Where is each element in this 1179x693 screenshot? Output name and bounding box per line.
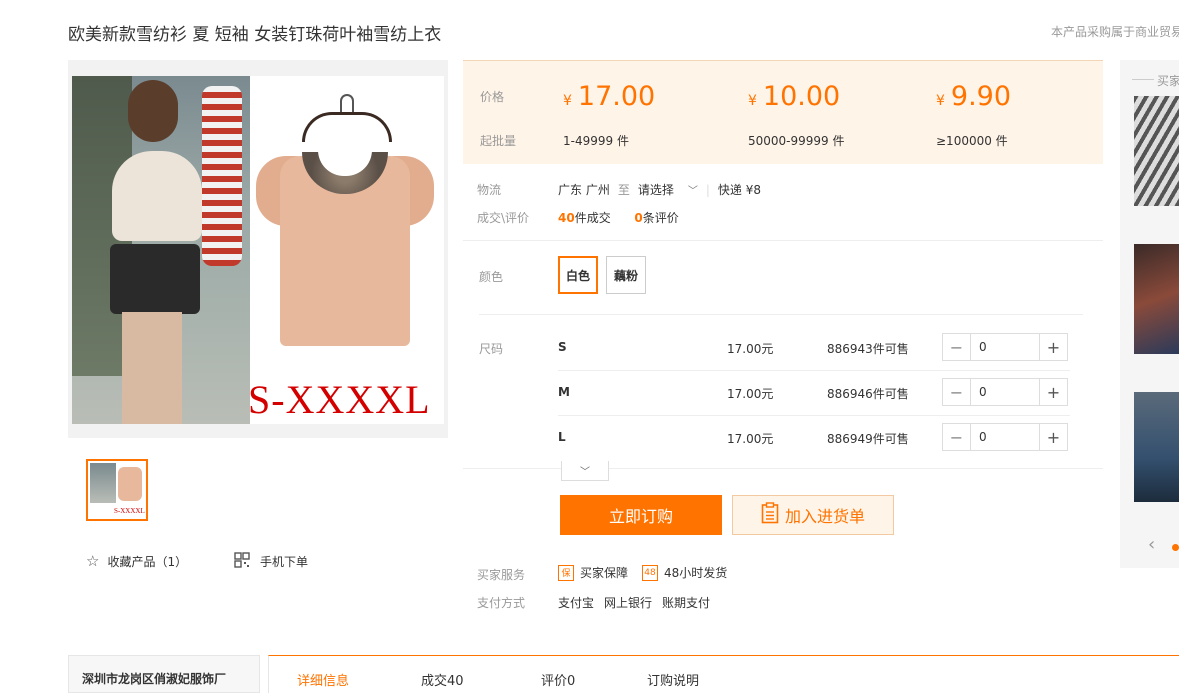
service-guarantee[interactable]: 保 买家保障 [558, 564, 628, 581]
size-m-price: 17.00元 [727, 387, 774, 401]
related-product-image[interactable] [1134, 96, 1179, 206]
qr-code-icon [234, 552, 250, 571]
plus-icon[interactable]: + [1039, 334, 1067, 360]
product-title: 欧美新款雪纺衫 夏 短袖 女装钉珠荷叶袖雪纺上衣 [68, 25, 442, 45]
buyers-also-viewed: 买家 ‹ [1120, 60, 1179, 568]
deals-label: 成交\评价 [477, 211, 530, 225]
moq-label: 起批量 [480, 134, 517, 148]
add-to-cart-button[interactable]: 加入进货单 [732, 495, 894, 535]
color-option-pink[interactable]: 藕粉 [606, 256, 646, 294]
shield-guarantee-icon: 保 [558, 564, 574, 581]
moq-tier-3: ≥100000 件 [936, 134, 1008, 148]
expand-sizes-button[interactable]: ﹀ [561, 461, 609, 481]
plus-icon[interactable]: + [1039, 379, 1067, 405]
related-product-image[interactable] [1134, 244, 1179, 354]
size-s-stock: 886943件可售 [827, 342, 909, 356]
mobile-order-button[interactable]: 手机下单 [234, 552, 308, 571]
star-icon: ☆ [86, 552, 100, 570]
size-l-stock: 886949件可售 [827, 432, 909, 446]
price-label: 价格 [480, 90, 505, 104]
clipboard-icon [761, 502, 779, 528]
deals-info: 40件成交 0条评价 [558, 211, 679, 225]
size-l-price: 17.00元 [727, 432, 774, 446]
related-product-image[interactable] [1134, 392, 1179, 502]
thumbnail-image[interactable]: S-XXXXL [86, 459, 148, 521]
minus-icon[interactable]: − [943, 379, 971, 405]
color-option-white[interactable]: 白色 [558, 256, 598, 294]
size-s-quantity-stepper: − 0 + [942, 333, 1068, 361]
size-m-stock: 886946件可售 [827, 387, 909, 401]
price-tier-2: ¥10.00 [748, 81, 841, 112]
logistics-label: 物流 [477, 183, 502, 197]
blouse-photo [256, 126, 434, 346]
price-tier-1: ¥17.00 [563, 81, 656, 112]
payment-credit: 账期支付 [662, 596, 711, 610]
color-label: 颜色 [479, 270, 504, 284]
main-product-image[interactable]: S-XXXXL [68, 60, 448, 438]
48-hour-icon: 48 [642, 564, 658, 581]
sidebar-title: 买家 [1157, 74, 1179, 88]
services-label: 买家服务 [477, 568, 526, 582]
size-m: M [558, 385, 570, 399]
service-48h[interactable]: 48 48小时发货 [642, 564, 727, 581]
ship-from: 广东 广州 [558, 183, 610, 197]
size-l: L [558, 430, 566, 444]
shop-name[interactable]: 深圳市龙岗区俏淑妃服饰厂 [68, 655, 260, 693]
payment-label: 支付方式 [477, 596, 526, 610]
minus-icon[interactable]: − [943, 424, 971, 450]
chevron-down-icon: ﹀ [687, 186, 698, 197]
size-l-quantity-stepper: − 0 + [942, 423, 1068, 451]
tab-details[interactable]: 详细信息 [297, 670, 349, 689]
add-to-cart-label: 加入进货单 [784, 507, 865, 526]
moq-tier-1: 1-49999 件 [563, 134, 629, 148]
size-l-qty-input[interactable]: 0 [971, 424, 1039, 450]
favorite-button[interactable]: ☆ 收藏产品（1） [86, 552, 187, 570]
size-range-text: S-XXXXL [248, 377, 431, 422]
price-panel: 价格 起批量 ¥17.00 1-49999 件 ¥10.00 50000-999… [463, 60, 1103, 164]
size-s-price: 17.00元 [727, 342, 774, 356]
tab-order-notes[interactable]: 订购说明 [647, 670, 699, 689]
chevron-down-icon: ﹀ [580, 467, 590, 478]
buy-now-button[interactable]: 立即订购 [560, 495, 722, 535]
logistics-info: 广东 广州 至 请选择 ﹀ | 快递 ¥8 [558, 181, 761, 198]
size-m-qty-input[interactable]: 0 [971, 379, 1039, 405]
tab-reviews[interactable]: 评价0 [541, 670, 575, 689]
size-m-quantity-stepper: − 0 + [942, 378, 1068, 406]
payment-alipay: 支付宝 [558, 596, 595, 610]
payment-online-bank: 网上银行 [604, 596, 653, 610]
to-word: 至 [617, 183, 630, 197]
size-s: S [558, 340, 567, 354]
trade-notice: 本产品采购属于商业贸易 [1051, 25, 1179, 39]
mobile-order-label: 手机下单 [260, 555, 309, 569]
minus-icon[interactable]: − [943, 334, 971, 360]
deal-count: 40 [558, 211, 575, 225]
thumbnail-size-text: S-XXXXL [114, 507, 145, 515]
favorite-label: 收藏产品（1） [107, 554, 188, 569]
price-tier-3: ¥9.90 [936, 81, 1012, 112]
review-link[interactable]: 0条评价 [634, 211, 678, 225]
destination-select[interactable]: 请选择 ﹀ [638, 181, 698, 198]
detail-tabs: 详细信息 成交40 评价0 订购说明 [268, 655, 1179, 693]
plus-icon[interactable]: + [1039, 424, 1067, 450]
tab-deals[interactable]: 成交40 [421, 670, 464, 689]
payment-methods: 支付宝 网上银行 账期支付 [558, 594, 710, 611]
chevron-left-icon[interactable]: ‹ [1148, 534, 1155, 555]
express-fee: 快递 ¥8 [717, 183, 761, 197]
size-s-qty-input[interactable]: 0 [971, 334, 1039, 360]
carousel-dot[interactable] [1172, 544, 1179, 551]
model-photo [72, 76, 250, 424]
moq-tier-2: 50000-99999 件 [748, 134, 845, 148]
size-label: 尺码 [479, 342, 504, 356]
